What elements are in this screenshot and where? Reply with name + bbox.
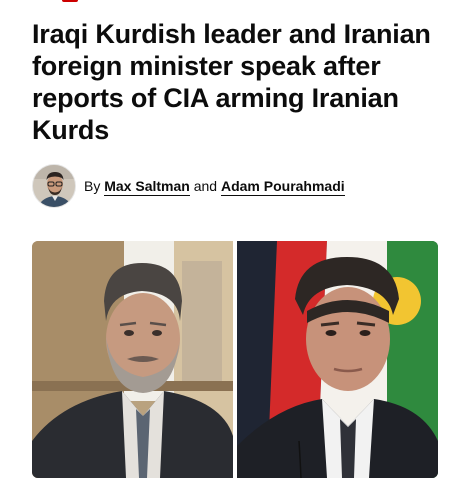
byline-text: By Max Saltman and Adam Pourahmadi — [84, 178, 345, 196]
lead-photo-pair — [32, 241, 438, 478]
byline-conjunction: and — [193, 178, 218, 194]
author-avatar[interactable] — [32, 164, 76, 208]
byline-prefix: By — [84, 178, 101, 194]
iraqi-kurdish-leader-photo[interactable] — [237, 241, 438, 478]
brand-accent-bar — [62, 0, 78, 2]
author-link-max-saltman[interactable]: Max Saltman — [104, 178, 190, 196]
article-headline: Iraqi Kurdish leader and Iranian foreign… — [32, 19, 431, 145]
author-link-adam-pourahmadi[interactable]: Adam Pourahmadi — [220, 178, 345, 196]
byline: By Max Saltman and Adam Pourahmadi — [32, 164, 345, 208]
iranian-foreign-minister-photo[interactable] — [32, 241, 233, 478]
